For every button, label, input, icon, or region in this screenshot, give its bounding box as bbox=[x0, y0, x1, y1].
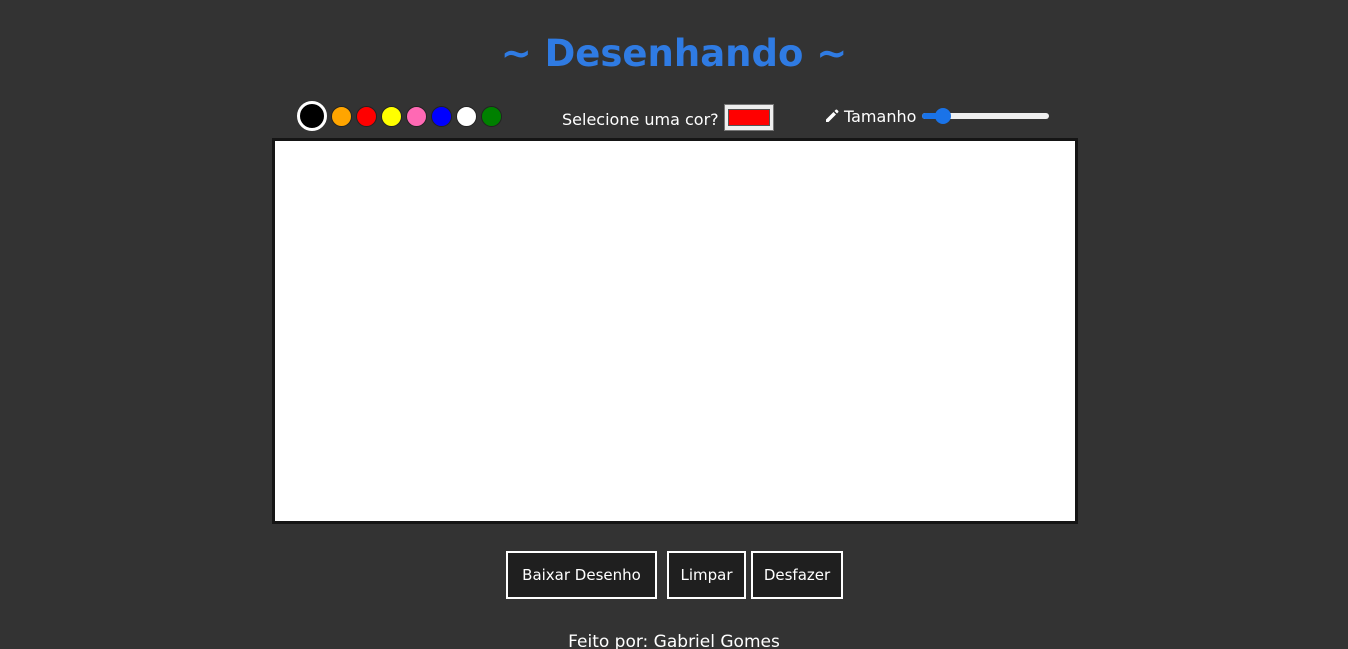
size-control: Tamanho bbox=[824, 105, 1050, 127]
size-slider[interactable] bbox=[922, 108, 1050, 124]
swatch-yellow[interactable] bbox=[381, 105, 402, 127]
swatch-pink[interactable] bbox=[406, 105, 427, 127]
color-picker-input[interactable] bbox=[724, 104, 774, 131]
footer-credit: Feito por: Gabriel Gomes bbox=[568, 632, 780, 649]
undo-button[interactable]: Desfazer bbox=[751, 551, 843, 599]
drawing-canvas[interactable] bbox=[272, 138, 1078, 524]
swatch-green[interactable] bbox=[481, 105, 502, 127]
page-title: ~ Desenhando ~ bbox=[500, 32, 848, 75]
slider-thumb[interactable] bbox=[935, 108, 952, 124]
clear-button[interactable]: Limpar bbox=[667, 551, 746, 599]
swatch-red[interactable] bbox=[356, 105, 377, 127]
swatch-orange[interactable] bbox=[331, 105, 352, 127]
pencil-icon bbox=[826, 109, 839, 122]
swatch-blue[interactable] bbox=[431, 105, 452, 127]
swatch-white[interactable] bbox=[456, 105, 477, 127]
color-picker-value bbox=[728, 109, 770, 126]
download-button[interactable]: Baixar Desenho bbox=[506, 551, 657, 599]
color-palette bbox=[297, 101, 502, 131]
color-picker-label: Selecione uma cor? bbox=[562, 110, 719, 129]
size-label: Tamanho bbox=[844, 106, 917, 126]
swatch-black[interactable] bbox=[297, 101, 327, 131]
drawing-app: ~ Desenhando ~ Selecione uma cor? Tamanh… bbox=[0, 0, 1348, 649]
